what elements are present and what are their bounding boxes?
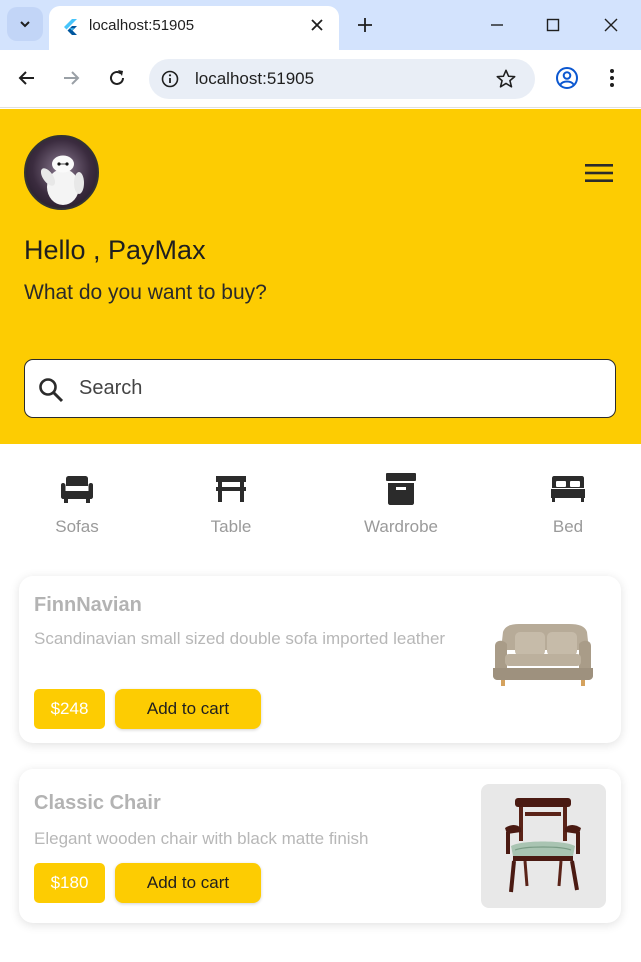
table-icon xyxy=(216,476,246,502)
app-header: Hello , PayMax What do you want to buy? xyxy=(0,109,641,444)
product-card[interactable]: FinnNavian Scandinavian small sized doub… xyxy=(19,576,621,743)
reload-button[interactable] xyxy=(105,66,129,90)
search-icon xyxy=(39,378,64,403)
product-title: FinnNavian xyxy=(34,594,142,616)
avatar[interactable] xyxy=(24,135,99,210)
maximize-icon xyxy=(546,18,560,32)
maximize-button[interactable] xyxy=(541,13,565,37)
minimize-button[interactable] xyxy=(485,13,509,37)
chevron-down-icon xyxy=(20,21,30,28)
address-bar[interactable]: localhost:51905 xyxy=(149,59,535,99)
category-wardrobe[interactable]: Wardrobe xyxy=(355,470,447,537)
new-tab-button[interactable] xyxy=(353,13,377,37)
product-description: Elegant wooden chair with black matte fi… xyxy=(34,829,369,848)
price-badge: $180 xyxy=(34,863,105,903)
flutter-icon xyxy=(64,19,77,35)
category-label: Table xyxy=(210,517,252,536)
forward-button[interactable] xyxy=(59,66,83,90)
search-input[interactable] xyxy=(79,366,599,410)
browser-menu-button[interactable] xyxy=(600,66,624,90)
greeting-heading: Hello , PayMax xyxy=(24,235,206,265)
close-icon xyxy=(311,19,323,31)
back-button[interactable] xyxy=(15,66,39,90)
menu-icon[interactable] xyxy=(584,161,614,185)
tab-close-button[interactable] xyxy=(307,15,327,35)
more-vert-icon xyxy=(610,69,614,87)
avatar-image xyxy=(40,155,84,205)
sofa-icon xyxy=(61,476,93,503)
tab-title: localhost:51905 xyxy=(89,17,195,34)
minimize-icon xyxy=(491,24,503,26)
browser-toolbar: localhost:51905 xyxy=(0,50,641,108)
category-table[interactable]: Table xyxy=(200,470,262,537)
reload-icon xyxy=(110,70,124,85)
browser-tabstrip: localhost:51905 xyxy=(0,0,641,50)
bed-icon xyxy=(551,476,585,502)
browser-tab[interactable]: localhost:51905 xyxy=(49,6,339,50)
close-window-button[interactable] xyxy=(599,13,623,37)
wardrobe-icon xyxy=(386,473,416,505)
category-sofas[interactable]: Sofas xyxy=(46,470,108,537)
product-description: Scandinavian small sized double sofa imp… xyxy=(34,629,446,648)
info-icon[interactable] xyxy=(161,70,179,88)
add-to-cart-button[interactable]: Add to cart xyxy=(115,863,261,903)
url-text: localhost:51905 xyxy=(195,69,315,88)
category-label: Wardrobe xyxy=(363,517,438,536)
plus-icon xyxy=(358,18,372,32)
star-icon[interactable] xyxy=(495,68,517,90)
category-label: Sofas xyxy=(55,517,99,536)
add-to-cart-button[interactable]: Add to cart xyxy=(115,689,261,729)
greeting-subtitle: What do you want to buy? xyxy=(24,281,267,304)
search-box[interactable] xyxy=(24,359,616,418)
arrow-right-icon xyxy=(64,71,80,85)
category-bed[interactable]: Bed xyxy=(545,470,591,537)
sofa-product-image xyxy=(493,624,593,686)
category-label: Bed xyxy=(552,517,584,536)
arrow-left-icon xyxy=(18,71,34,85)
profile-icon[interactable] xyxy=(555,66,579,90)
close-icon xyxy=(604,18,618,32)
chair-product-image xyxy=(481,784,606,908)
product-card[interactable]: Classic Chair Elegant wooden chair with … xyxy=(19,769,621,923)
tab-search-button[interactable] xyxy=(7,7,43,41)
price-badge: $248 xyxy=(34,689,105,729)
product-title: Classic Chair xyxy=(34,792,161,814)
chair-image xyxy=(505,798,581,893)
